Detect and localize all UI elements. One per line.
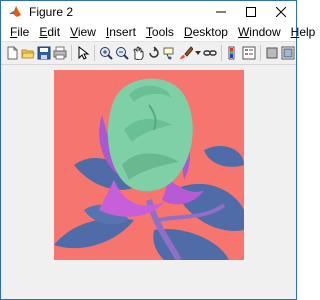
show-plot-tools-icon[interactable] — [281, 45, 295, 61]
data-cursor-icon[interactable] — [163, 45, 177, 61]
menu-help[interactable]: Help — [286, 23, 320, 41]
close-icon — [276, 7, 286, 17]
menu-tools[interactable]: Tools — [141, 23, 179, 41]
window-title: Figure 2 — [29, 5, 74, 19]
link-plot-icon[interactable] — [203, 45, 217, 61]
edit-plot-icon[interactable] — [76, 45, 90, 61]
zoom-out-icon[interactable] — [115, 45, 129, 61]
maximize-icon — [246, 7, 256, 17]
close-button[interactable] — [266, 1, 296, 23]
figure-window: Figure 2 File Edit View Insert Tools Des… — [0, 0, 315, 300]
maximize-button[interactable] — [236, 1, 266, 23]
rose-image[interactable] — [54, 70, 244, 260]
menu-window[interactable]: Window — [233, 23, 286, 41]
brush-icon[interactable] — [179, 45, 193, 61]
zoom-in-icon[interactable] — [99, 45, 113, 61]
menu-desktop[interactable]: Desktop — [179, 23, 233, 41]
menu-insert[interactable]: Insert — [101, 23, 141, 41]
menu-file[interactable]: File — [5, 23, 34, 41]
figure-toolbar — [1, 42, 296, 65]
menu-view[interactable]: View — [65, 23, 101, 41]
insert-colorbar-icon[interactable] — [226, 45, 240, 61]
save-figure-icon[interactable] — [37, 45, 51, 61]
menu-bar: File Edit View Insert Tools Desktop Wind… — [1, 23, 315, 42]
pan-icon[interactable] — [131, 45, 145, 61]
title-bar[interactable]: Figure 2 — [1, 1, 296, 23]
toolbar-separator — [71, 45, 72, 61]
figure-canvas[interactable] — [1, 65, 296, 299]
matlab-logo-icon — [7, 4, 23, 20]
rose-image-graphic — [54, 70, 244, 260]
minimize-button[interactable] — [206, 1, 236, 23]
menu-edit[interactable]: Edit — [34, 23, 65, 41]
dropdown-arrow-icon[interactable] — [194, 45, 201, 61]
print-figure-icon[interactable] — [53, 45, 67, 61]
hide-plot-tools-icon[interactable] — [265, 45, 279, 61]
rotate-3d-icon[interactable] — [147, 45, 161, 61]
toolbar-separator — [93, 45, 95, 61]
toolbar-separator — [259, 45, 261, 61]
insert-legend-icon[interactable] — [242, 45, 256, 61]
open-file-icon[interactable] — [21, 45, 35, 61]
minimize-icon — [216, 11, 226, 13]
new-figure-icon[interactable] — [5, 45, 19, 61]
toolbar-separator — [221, 45, 222, 61]
